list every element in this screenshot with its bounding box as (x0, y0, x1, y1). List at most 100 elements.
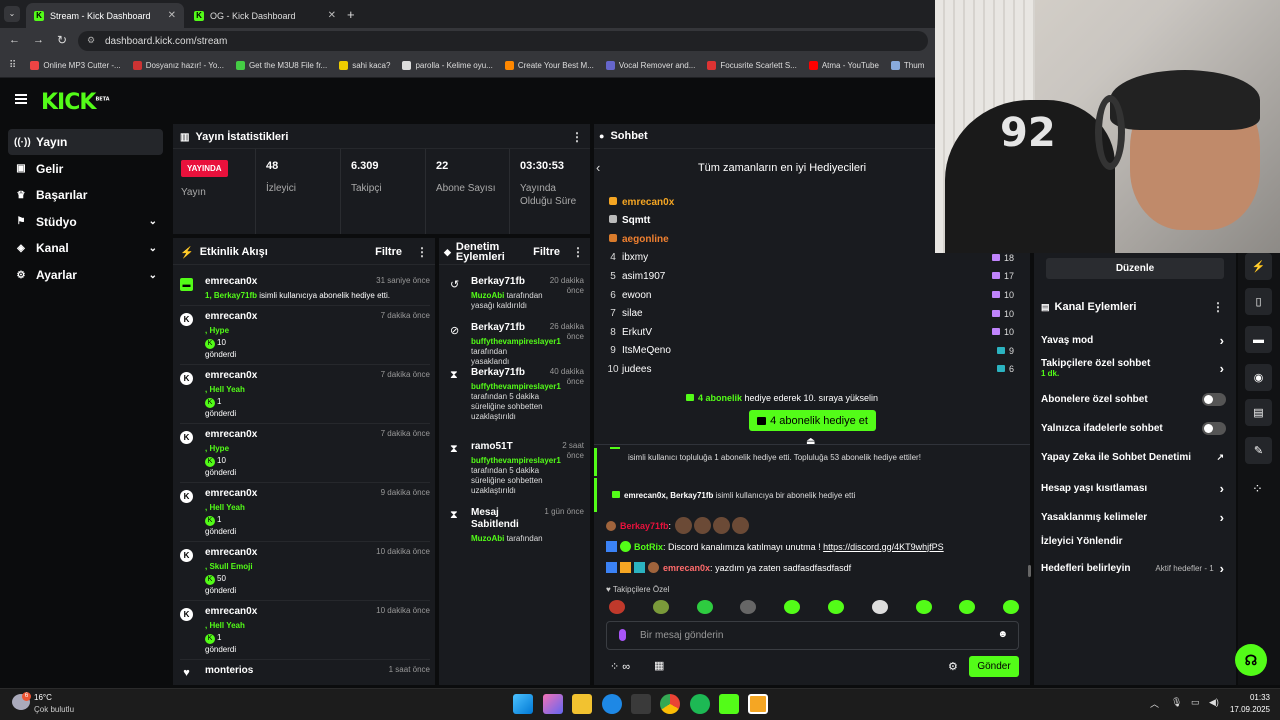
wrench-icon[interactable]: ✎ (1245, 437, 1272, 464)
leader-name[interactable]: judees (622, 364, 651, 375)
action-control[interactable] (1202, 422, 1226, 435)
support-icon[interactable]: ☊ (1235, 644, 1267, 676)
edge-icon[interactable] (602, 694, 622, 714)
chevron-right-icon[interactable]: › (1220, 561, 1224, 576)
tab-stream[interactable]: K Stream - Kick Dashboard ✕ (26, 3, 184, 28)
chat-username[interactable]: BotRix (634, 542, 663, 552)
action-item[interactable]: Yavaş mod › (1041, 333, 1226, 348)
bookmark-item[interactable]: Create Your Best M... (504, 61, 594, 70)
sidebar-item-3[interactable]: ⚑ Stüdyo ⌄ (8, 209, 163, 235)
bookmark-item[interactable]: Get the M3U8 File fr... (235, 61, 327, 70)
emote-icon[interactable] (696, 600, 713, 614)
lightning-icon[interactable]: ⚡ (1245, 253, 1272, 280)
url-field[interactable]: ⚙ dashboard.kick.com/stream (78, 31, 928, 51)
site-info-icon[interactable]: ⚙ (87, 35, 95, 46)
action-item[interactable]: Yasaklanmış kelimeler › (1041, 510, 1226, 525)
emote-icon[interactable] (915, 600, 932, 614)
more-icon[interactable]: ⋮ (571, 130, 583, 144)
chat-scrollbar[interactable] (1028, 565, 1031, 577)
emote-icon[interactable] (871, 600, 888, 614)
layout-icon[interactable]: ▤ (1245, 399, 1272, 426)
chat-username[interactable]: Berkay71fb (620, 521, 669, 531)
clipboard-icon[interactable]: ▯ (1245, 288, 1272, 315)
leader-name[interactable]: ErkutV (622, 327, 652, 338)
leader-name[interactable]: emrecan0x (622, 197, 674, 208)
action-control[interactable]: ↗ (1216, 452, 1226, 463)
action-item[interactable]: Yapay Zeka ile Sohbet Denetimi ↗ (1041, 452, 1226, 463)
close-icon[interactable]: ✕ (328, 10, 336, 21)
chat-input[interactable]: Bir mesaj gönderin ☻ (606, 621, 1019, 650)
action-item[interactable]: Hedefleri belirleyin Aktif hedefler - 1 › (1041, 561, 1226, 576)
chat-username[interactable]: emrecan0x (663, 563, 710, 573)
points-icon[interactable]: ⁘ ∞ (610, 660, 630, 673)
action-item[interactable]: Takipçilere özel sohbet 1 dk. › (1041, 358, 1226, 378)
chevron-right-icon[interactable]: › (1220, 361, 1224, 376)
moderator-name[interactable]: MuzoAbi (471, 291, 504, 300)
microphone-icon[interactable]: 🎙 (1171, 697, 1182, 708)
moderation-user[interactable]: Berkay71fb (471, 276, 544, 288)
moderation-filter-button[interactable]: Filtre (533, 246, 560, 258)
bookmark-item[interactable]: Atma - YouTube (808, 61, 879, 70)
edit-button[interactable]: Düzenle (1046, 258, 1224, 279)
more-icon[interactable]: ⋮ (416, 245, 428, 259)
back-icon[interactable]: ← (9, 34, 20, 46)
reload-icon[interactable]: ↻ (57, 33, 67, 47)
kick-app-icon[interactable] (719, 694, 739, 714)
discord-link[interactable]: https://discord.gg/4KT9whjfPS (823, 542, 944, 552)
tab-og[interactable]: K OG - Kick Dashboard ✕ (186, 3, 344, 28)
sidebar-item-2[interactable]: ♛ Başarılar (8, 182, 163, 208)
broadcast-icon[interactable]: ◉ (1245, 364, 1272, 391)
store-icon[interactable]: ▦ (654, 659, 664, 672)
microphone-icon[interactable] (619, 629, 626, 641)
tab-search-button[interactable]: ⌄ (4, 6, 20, 22)
chevron-down-icon[interactable]: ⌄ (149, 216, 157, 227)
close-icon[interactable]: ✕ (168, 10, 176, 21)
new-tab-button[interactable]: + (347, 7, 355, 22)
toggle-switch[interactable] (1202, 393, 1226, 406)
action-item[interactable]: İzleyici Yönlendir (1041, 536, 1226, 547)
leader-name[interactable]: ibxmy (622, 252, 648, 263)
leader-name[interactable]: Sqmtt (622, 215, 650, 226)
more-icon[interactable]: ⋮ (572, 245, 584, 259)
action-item[interactable]: Yalnızca ifadelerle sohbet (1041, 422, 1226, 435)
clock-date[interactable]: 17.09.2025 (1216, 705, 1270, 714)
copilot-icon[interactable] (543, 694, 563, 714)
toggle-switch[interactable] (1202, 422, 1226, 435)
action-item[interactable]: Hesap yaşı kısıtlaması › (1041, 481, 1226, 496)
forward-icon[interactable]: → (33, 34, 44, 46)
bookmark-item[interactable]: Online MP3 Cutter -... (30, 61, 121, 70)
apps-icon[interactable]: ⠿ (9, 60, 16, 71)
chrome-icon[interactable] (660, 694, 680, 714)
emote-icon[interactable] (652, 600, 669, 614)
sidebar-item-1[interactable]: ▣ Gelir (8, 156, 163, 182)
app-icon[interactable] (748, 694, 768, 714)
send-button[interactable]: Gönder (969, 656, 1019, 677)
action-item[interactable]: Abonelere özel sohbet (1041, 393, 1226, 406)
external-link-icon[interactable]: ↗ (1216, 452, 1224, 463)
bookmark-item[interactable]: Thum (890, 61, 924, 70)
moderation-user[interactable]: Berkay71fb (471, 367, 544, 379)
gift-subs-button[interactable]: 4 abonelik hediye et (749, 410, 876, 431)
chevron-right-icon[interactable]: › (1220, 481, 1224, 496)
bookmark-item[interactable]: Dosyanız hazır! - Yo... (132, 61, 224, 70)
collapse-icon[interactable]: ⏏ (806, 436, 815, 447)
chat-bubble-icon[interactable]: ▬ (1245, 326, 1272, 353)
moderation-user[interactable]: ramo51T (471, 441, 544, 453)
spotify-icon[interactable] (690, 694, 710, 714)
kick-logo[interactable]: KICKBETA (41, 90, 110, 115)
emote-icon[interactable] (609, 600, 625, 614)
points-icon[interactable]: ⁘ (1252, 481, 1263, 497)
more-icon[interactable]: ⋮ (1212, 300, 1224, 314)
chevron-right-icon[interactable]: › (1220, 333, 1224, 348)
chevron-down-icon[interactable]: ⌄ (149, 270, 157, 281)
emoji-icon[interactable]: ☻ (997, 629, 1008, 640)
action-control[interactable]: › (1220, 333, 1226, 348)
sidebar-item-5[interactable]: ⚙ Ayarlar ⌄ (8, 262, 163, 288)
windows-start-icon[interactable] (513, 694, 533, 714)
action-control[interactable]: › (1220, 481, 1226, 496)
leader-name[interactable]: ItsMeQeno (622, 345, 671, 356)
moderation-user[interactable]: Berkay71fb (471, 322, 544, 334)
store-icon[interactable] (631, 694, 651, 714)
chevron-down-icon[interactable]: ⌄ (149, 243, 157, 254)
action-control[interactable]: › (1220, 510, 1226, 525)
